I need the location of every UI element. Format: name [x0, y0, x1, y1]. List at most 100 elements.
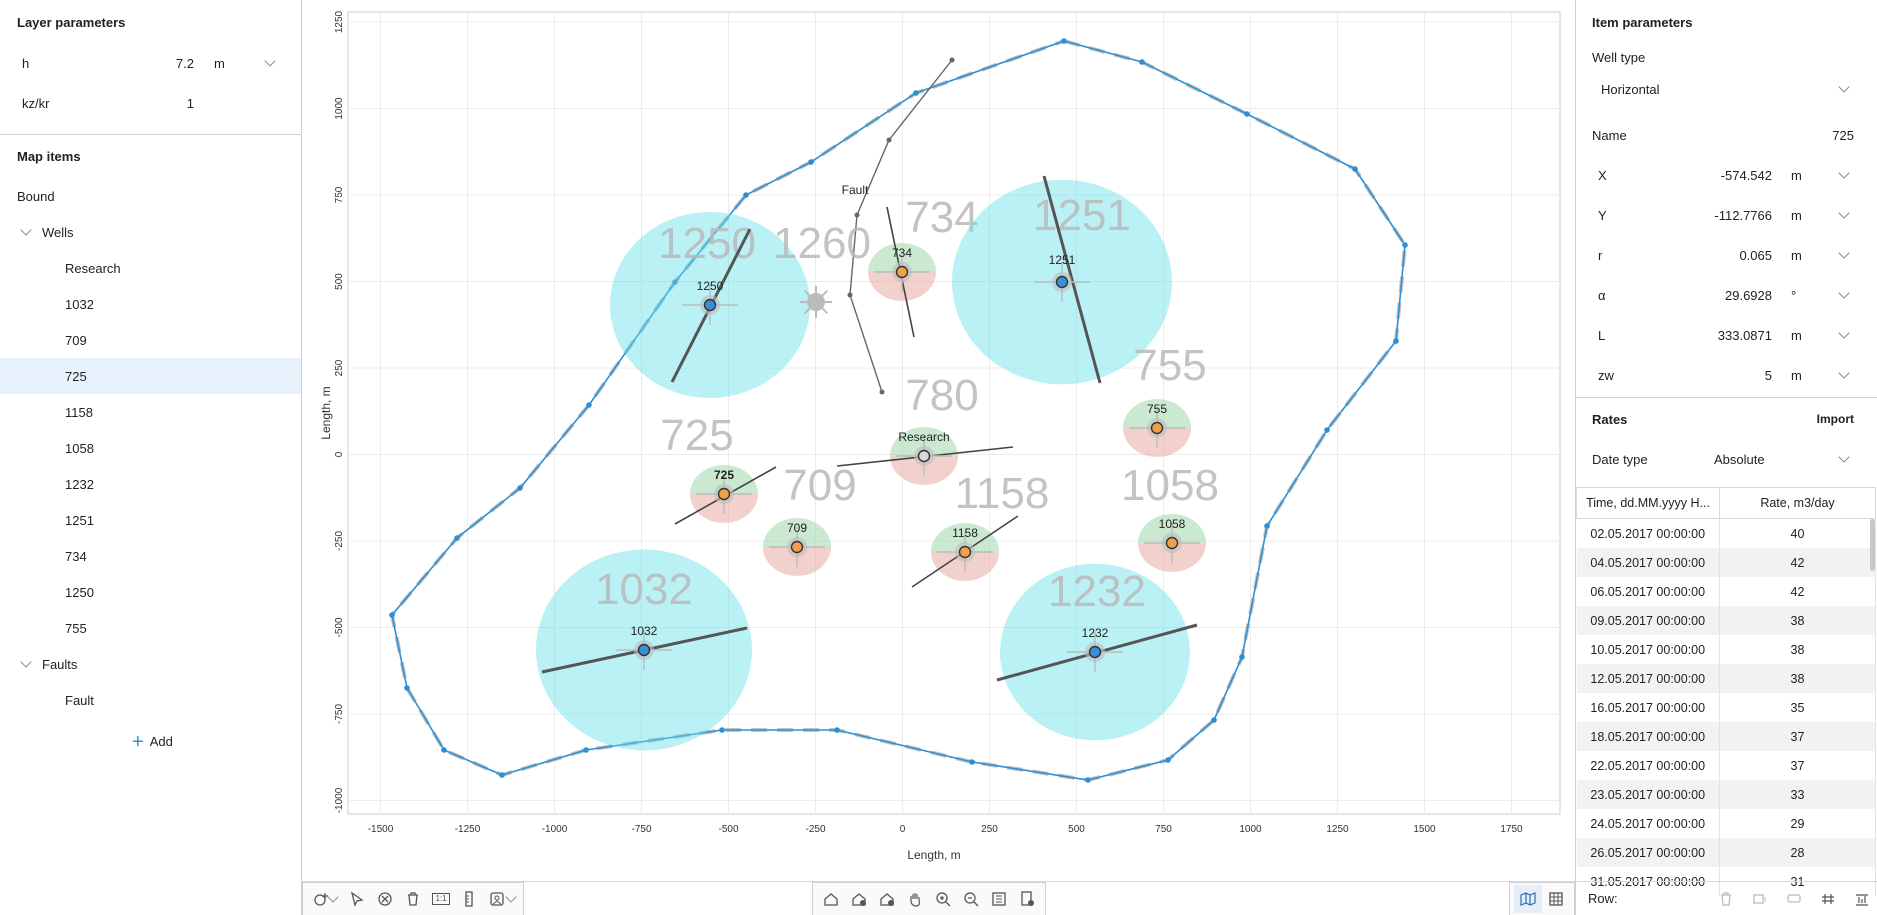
rate-cell[interactable]: 37 — [1719, 751, 1876, 780]
param-value[interactable]: 29.6928 — [1725, 288, 1772, 303]
tree-item-well[interactable]: 1158 — [0, 394, 301, 430]
rate-cell[interactable]: 33 — [1719, 780, 1876, 809]
param-row[interactable]: L 333.0871 m — [1576, 320, 1877, 350]
param-h-value[interactable]: 7.2 — [160, 56, 194, 71]
param-row[interactable]: α 29.6928 ° — [1576, 280, 1877, 310]
tree-item-fault[interactable]: Fault — [0, 682, 301, 718]
table-row[interactable]: 10.05.2017 00:00:00 38 — [1576, 635, 1876, 664]
map-canvas[interactable]: -1500 -1250 -1000 -750 -500 -250 0 250 500 750 100… — [302, 0, 1575, 882]
param-h-row[interactable]: h 7.2 m — [0, 48, 301, 78]
name-row[interactable]: Name 725 — [1576, 120, 1877, 150]
time-cell[interactable]: 02.05.2017 00:00:00 — [1576, 518, 1720, 548]
table-row[interactable]: 26.05.2017 00:00:00 28 — [1576, 838, 1876, 867]
param-value[interactable]: 333.0871 — [1718, 328, 1772, 343]
tree-item-well[interactable]: 1232 — [0, 466, 301, 502]
param-row[interactable]: Y -112.7766 m — [1576, 200, 1877, 230]
param-unit[interactable]: ° — [1791, 288, 1796, 303]
table-row[interactable]: 24.05.2017 00:00:00 29 — [1576, 809, 1876, 838]
rate-cell[interactable]: 38 — [1719, 664, 1876, 693]
time-cell[interactable]: 24.05.2017 00:00:00 — [1576, 809, 1720, 838]
map-view-icon[interactable] — [1514, 885, 1542, 913]
param-unit[interactable]: m — [1791, 368, 1802, 383]
param-value[interactable]: 5 — [1765, 368, 1772, 383]
time-cell[interactable]: 18.05.2017 00:00:00 — [1576, 722, 1720, 751]
add-layer-icon[interactable] — [845, 885, 873, 913]
chevron-down-icon[interactable] — [1838, 367, 1850, 379]
param-value[interactable]: -574.542 — [1721, 168, 1772, 183]
time-cell[interactable]: 12.05.2017 00:00:00 — [1576, 664, 1720, 693]
home-icon[interactable] — [817, 885, 845, 913]
tree-item-well[interactable]: 1251 — [0, 502, 301, 538]
time-cell[interactable]: 04.05.2017 00:00:00 — [1576, 548, 1720, 577]
chevron-down-icon[interactable] — [20, 656, 32, 668]
rate-cell[interactable]: 28 — [1719, 838, 1876, 867]
rate-cell[interactable]: 29 — [1719, 809, 1876, 838]
tree-item-well[interactable]: 709 — [0, 322, 301, 358]
list-icon[interactable] — [985, 885, 1013, 913]
tree-item-well[interactable]: 1032 — [0, 286, 301, 322]
select-pointer-icon[interactable] — [343, 885, 371, 913]
name-value[interactable]: 725 — [1832, 128, 1854, 143]
tree-item-well[interactable]: 1250 — [0, 574, 301, 610]
param-row[interactable]: zw 5 m — [1576, 360, 1877, 390]
tree-item-well[interactable]: 725 — [0, 358, 301, 394]
chart-icon[interactable] — [1848, 885, 1876, 913]
pan-hand-icon[interactable] — [901, 885, 929, 913]
chevron-down-icon[interactable] — [1838, 327, 1850, 339]
time-cell[interactable]: 10.05.2017 00:00:00 — [1576, 635, 1720, 664]
rate-cell[interactable]: 42 — [1719, 577, 1876, 606]
tree-item-well[interactable]: 1058 — [0, 430, 301, 466]
table-row[interactable]: 06.05.2017 00:00:00 42 — [1576, 577, 1876, 606]
tree-item-well[interactable]: 734 — [0, 538, 301, 574]
col-rate-header[interactable]: Rate, m3/day — [1719, 487, 1876, 519]
time-cell[interactable]: 22.05.2017 00:00:00 — [1576, 751, 1720, 780]
table-row[interactable]: 09.05.2017 00:00:00 38 — [1576, 606, 1876, 635]
import-button[interactable]: Import — [1817, 412, 1854, 426]
table-scrollbar[interactable] — [1870, 519, 1875, 571]
zoom-out-icon[interactable] — [957, 885, 985, 913]
table-row[interactable]: 23.05.2017 00:00:00 33 — [1576, 780, 1876, 809]
chevron-down-icon[interactable] — [264, 55, 276, 67]
table-row[interactable]: 04.05.2017 00:00:00 42 — [1576, 548, 1876, 577]
chevron-down-icon[interactable] — [1838, 451, 1850, 463]
chevron-down-icon[interactable] — [1838, 81, 1850, 93]
ruler-icon[interactable] — [455, 885, 483, 913]
rates-table[interactable]: Time, dd.MM.yyyy H... Rate, m3/day 02.05… — [1576, 487, 1876, 896]
add-button[interactable]: + Add — [132, 732, 173, 752]
zoom-in-icon[interactable] — [929, 885, 957, 913]
table-row[interactable]: 16.05.2017 00:00:00 35 — [1576, 693, 1876, 722]
rate-cell[interactable]: 38 — [1719, 635, 1876, 664]
chevron-down-icon[interactable] — [1838, 287, 1850, 299]
time-cell[interactable]: 06.05.2017 00:00:00 — [1576, 577, 1720, 606]
table-row[interactable]: 18.05.2017 00:00:00 37 — [1576, 722, 1876, 751]
chevron-down-icon[interactable] — [1838, 247, 1850, 259]
param-kzkr-value[interactable]: 1 — [160, 96, 194, 111]
param-h-unit[interactable]: m — [214, 56, 225, 71]
table-row[interactable]: 02.05.2017 00:00:00 40 — [1576, 518, 1876, 548]
param-value[interactable]: 0.065 — [1739, 248, 1772, 263]
param-kzkr-row[interactable]: kz/kr 1 — [0, 88, 301, 118]
delete-row-icon[interactable] — [1712, 885, 1740, 913]
time-cell[interactable]: 23.05.2017 00:00:00 — [1576, 780, 1720, 809]
time-cell[interactable]: 09.05.2017 00:00:00 — [1576, 606, 1720, 635]
copy-row-icon[interactable] — [1780, 885, 1808, 913]
delete-trash-icon[interactable] — [399, 885, 427, 913]
param-unit[interactable]: m — [1791, 248, 1802, 263]
scale-1-1-icon[interactable]: 1:1 — [427, 885, 455, 913]
param-unit[interactable]: m — [1791, 208, 1802, 223]
chevron-down-icon[interactable] — [1838, 207, 1850, 219]
add-column-icon[interactable] — [1814, 885, 1842, 913]
tree-group-faults[interactable]: Faults — [0, 646, 301, 682]
tree-item-well[interactable]: 755 — [0, 610, 301, 646]
map-area[interactable]: -1500 -1250 -1000 -750 -500 -250 0 250 500 750 100… — [302, 0, 1575, 915]
chevron-down-icon[interactable] — [20, 224, 32, 236]
well-type-select[interactable]: Horizontal — [1576, 76, 1877, 104]
param-row[interactable]: X -574.542 m — [1576, 160, 1877, 190]
param-unit[interactable]: m — [1791, 328, 1802, 343]
param-value[interactable]: -112.7766 — [1714, 208, 1772, 223]
tree-item-bound[interactable]: Bound — [0, 178, 301, 214]
chevron-down-icon[interactable] — [1838, 167, 1850, 179]
rate-cell[interactable]: 35 — [1719, 693, 1876, 722]
tree-group-wells[interactable]: Wells — [0, 214, 301, 250]
insert-row-icon[interactable] — [1746, 885, 1774, 913]
